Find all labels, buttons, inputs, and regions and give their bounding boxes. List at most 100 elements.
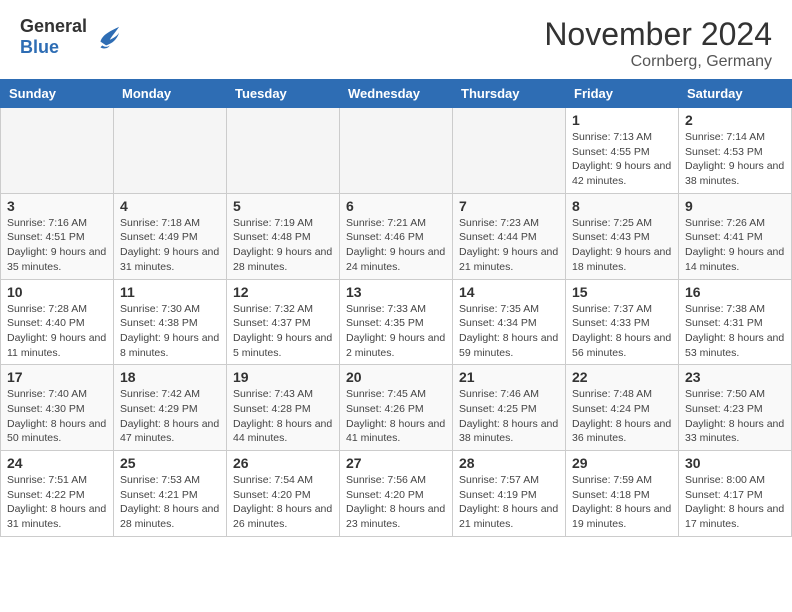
table-row: 6 Sunrise: 7:21 AMSunset: 4:46 PMDayligh… [340,193,453,279]
calendar-header-saturday: Saturday [679,80,792,108]
table-row: 22 Sunrise: 7:48 AMSunset: 4:24 PMDaylig… [566,365,679,451]
title-section: November 2024 Cornberg, Germany [544,16,772,71]
day-info: Sunrise: 7:28 AMSunset: 4:40 PMDaylight:… [7,303,106,359]
day-number: 2 [685,112,785,128]
day-info: Sunrise: 7:59 AMSunset: 4:18 PMDaylight:… [572,474,671,530]
day-number: 20 [346,369,446,385]
day-number: 23 [685,369,785,385]
table-row: 16 Sunrise: 7:38 AMSunset: 4:31 PMDaylig… [679,279,792,365]
day-number: 4 [120,198,220,214]
calendar-week-3: 10 Sunrise: 7:28 AMSunset: 4:40 PMDaylig… [1,279,792,365]
location: Cornberg, Germany [544,53,772,71]
table-row: 25 Sunrise: 7:53 AMSunset: 4:21 PMDaylig… [114,451,227,537]
table-row [114,108,227,194]
day-number: 18 [120,369,220,385]
day-info: Sunrise: 7:16 AMSunset: 4:51 PMDaylight:… [7,217,106,273]
day-number: 19 [233,369,333,385]
table-row: 18 Sunrise: 7:42 AMSunset: 4:29 PMDaylig… [114,365,227,451]
day-info: Sunrise: 7:54 AMSunset: 4:20 PMDaylight:… [233,474,332,530]
day-info: Sunrise: 7:43 AMSunset: 4:28 PMDaylight:… [233,388,332,444]
day-info: Sunrise: 7:53 AMSunset: 4:21 PMDaylight:… [120,474,219,530]
day-number: 3 [7,198,107,214]
day-number: 7 [459,198,559,214]
day-number: 14 [459,284,559,300]
table-row: 23 Sunrise: 7:50 AMSunset: 4:23 PMDaylig… [679,365,792,451]
logo-text: General Blue [20,16,87,58]
day-number: 26 [233,455,333,471]
day-info: Sunrise: 7:23 AMSunset: 4:44 PMDaylight:… [459,217,558,273]
table-row: 12 Sunrise: 7:32 AMSunset: 4:37 PMDaylig… [227,279,340,365]
day-info: Sunrise: 7:19 AMSunset: 4:48 PMDaylight:… [233,217,332,273]
calendar-week-1: 1 Sunrise: 7:13 AMSunset: 4:55 PMDayligh… [1,108,792,194]
day-info: Sunrise: 7:48 AMSunset: 4:24 PMDaylight:… [572,388,671,444]
day-number: 30 [685,455,785,471]
table-row [227,108,340,194]
calendar-header-wednesday: Wednesday [340,80,453,108]
table-row: 24 Sunrise: 7:51 AMSunset: 4:22 PMDaylig… [1,451,114,537]
day-info: Sunrise: 8:00 AMSunset: 4:17 PMDaylight:… [685,474,784,530]
table-row: 27 Sunrise: 7:56 AMSunset: 4:20 PMDaylig… [340,451,453,537]
day-info: Sunrise: 7:14 AMSunset: 4:53 PMDaylight:… [685,131,784,187]
table-row [340,108,453,194]
day-info: Sunrise: 7:26 AMSunset: 4:41 PMDaylight:… [685,217,784,273]
logo: General Blue [20,16,121,58]
day-number: 9 [685,198,785,214]
day-number: 13 [346,284,446,300]
day-info: Sunrise: 7:30 AMSunset: 4:38 PMDaylight:… [120,303,219,359]
table-row: 17 Sunrise: 7:40 AMSunset: 4:30 PMDaylig… [1,365,114,451]
table-row: 11 Sunrise: 7:30 AMSunset: 4:38 PMDaylig… [114,279,227,365]
table-row: 19 Sunrise: 7:43 AMSunset: 4:28 PMDaylig… [227,365,340,451]
day-number: 21 [459,369,559,385]
table-row: 1 Sunrise: 7:13 AMSunset: 4:55 PMDayligh… [566,108,679,194]
day-info: Sunrise: 7:45 AMSunset: 4:26 PMDaylight:… [346,388,445,444]
table-row: 15 Sunrise: 7:37 AMSunset: 4:33 PMDaylig… [566,279,679,365]
calendar-header-row: SundayMondayTuesdayWednesdayThursdayFrid… [1,80,792,108]
calendar-week-4: 17 Sunrise: 7:40 AMSunset: 4:30 PMDaylig… [1,365,792,451]
logo-bird-icon [93,23,121,51]
day-info: Sunrise: 7:56 AMSunset: 4:20 PMDaylight:… [346,474,445,530]
day-info: Sunrise: 7:40 AMSunset: 4:30 PMDaylight:… [7,388,106,444]
page-header: General Blue November 2024 Cornberg, Ger… [0,0,792,79]
day-info: Sunrise: 7:35 AMSunset: 4:34 PMDaylight:… [459,303,558,359]
day-info: Sunrise: 7:32 AMSunset: 4:37 PMDaylight:… [233,303,332,359]
table-row: 20 Sunrise: 7:45 AMSunset: 4:26 PMDaylig… [340,365,453,451]
day-info: Sunrise: 7:21 AMSunset: 4:46 PMDaylight:… [346,217,445,273]
calendar-header-thursday: Thursday [453,80,566,108]
day-info: Sunrise: 7:42 AMSunset: 4:29 PMDaylight:… [120,388,219,444]
day-number: 15 [572,284,672,300]
day-info: Sunrise: 7:46 AMSunset: 4:25 PMDaylight:… [459,388,558,444]
calendar-table: SundayMondayTuesdayWednesdayThursdayFrid… [0,79,792,537]
table-row: 9 Sunrise: 7:26 AMSunset: 4:41 PMDayligh… [679,193,792,279]
day-number: 12 [233,284,333,300]
day-number: 16 [685,284,785,300]
table-row: 4 Sunrise: 7:18 AMSunset: 4:49 PMDayligh… [114,193,227,279]
table-row: 10 Sunrise: 7:28 AMSunset: 4:40 PMDaylig… [1,279,114,365]
table-row: 2 Sunrise: 7:14 AMSunset: 4:53 PMDayligh… [679,108,792,194]
day-number: 10 [7,284,107,300]
day-number: 6 [346,198,446,214]
calendar-header-monday: Monday [114,80,227,108]
calendar-header-friday: Friday [566,80,679,108]
day-info: Sunrise: 7:33 AMSunset: 4:35 PMDaylight:… [346,303,445,359]
table-row: 5 Sunrise: 7:19 AMSunset: 4:48 PMDayligh… [227,193,340,279]
day-number: 17 [7,369,107,385]
table-row: 30 Sunrise: 8:00 AMSunset: 4:17 PMDaylig… [679,451,792,537]
day-info: Sunrise: 7:37 AMSunset: 4:33 PMDaylight:… [572,303,671,359]
table-row [453,108,566,194]
calendar-week-2: 3 Sunrise: 7:16 AMSunset: 4:51 PMDayligh… [1,193,792,279]
table-row: 13 Sunrise: 7:33 AMSunset: 4:35 PMDaylig… [340,279,453,365]
day-number: 1 [572,112,672,128]
table-row: 7 Sunrise: 7:23 AMSunset: 4:44 PMDayligh… [453,193,566,279]
day-number: 27 [346,455,446,471]
day-number: 29 [572,455,672,471]
day-number: 24 [7,455,107,471]
table-row [1,108,114,194]
day-info: Sunrise: 7:50 AMSunset: 4:23 PMDaylight:… [685,388,784,444]
day-info: Sunrise: 7:38 AMSunset: 4:31 PMDaylight:… [685,303,784,359]
day-number: 28 [459,455,559,471]
day-number: 22 [572,369,672,385]
logo-blue: Blue [20,37,87,58]
day-info: Sunrise: 7:51 AMSunset: 4:22 PMDaylight:… [7,474,106,530]
day-number: 25 [120,455,220,471]
table-row: 28 Sunrise: 7:57 AMSunset: 4:19 PMDaylig… [453,451,566,537]
